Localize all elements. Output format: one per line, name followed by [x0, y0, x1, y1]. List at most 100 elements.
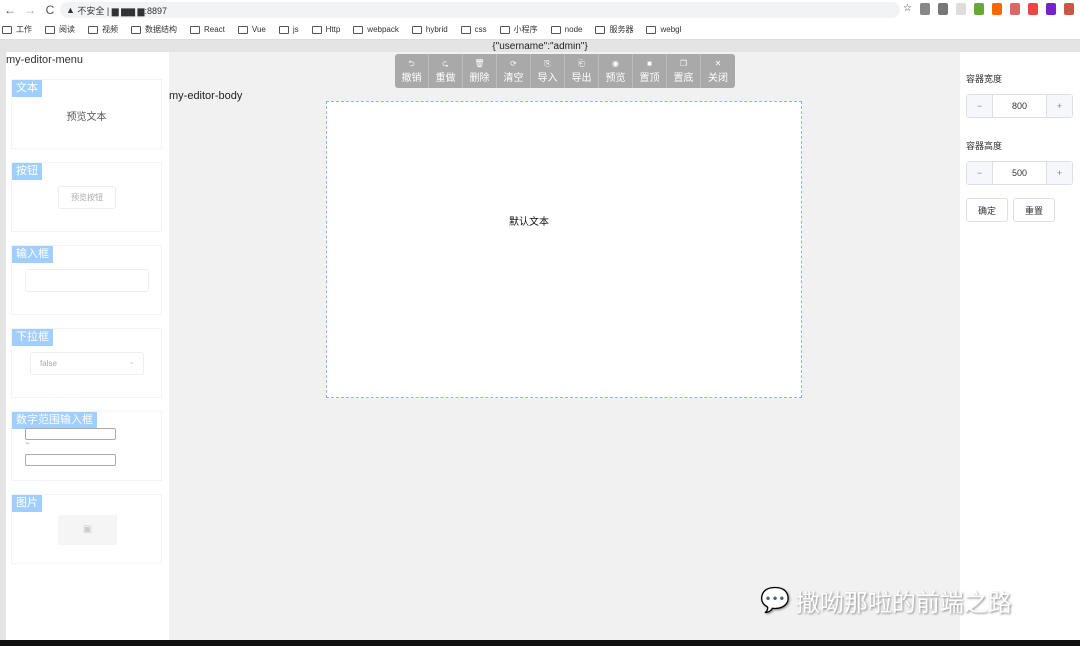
bookmark-label: webgl — [660, 25, 682, 34]
bookmark-item[interactable]: 服务器 — [595, 24, 633, 35]
bookmark-item[interactable]: 阅读 — [45, 24, 75, 35]
toolbar-button[interactable]: 🗑 删除 — [463, 54, 497, 88]
reload-icon[interactable]: C — [40, 3, 60, 17]
bookmark-item[interactable]: webpack — [353, 25, 399, 34]
minus-icon[interactable]: − — [967, 162, 992, 184]
extension-icon[interactable] — [1028, 3, 1038, 15]
bookmark-label: Vue — [251, 25, 266, 34]
editor-canvas[interactable]: 默认文本 — [326, 101, 802, 398]
extension-icon[interactable] — [1046, 3, 1056, 15]
extension-icon[interactable] — [1064, 3, 1074, 15]
watermark-text: 撒呦那啦的前端之路 — [795, 590, 1012, 617]
menu-card-input[interactable]: 输入框 — [11, 245, 162, 315]
url-text: 不安全 | ▆ ▆▆ ▆:8897 — [77, 5, 167, 16]
toolbar-button[interactable]: ❐ 置底 — [667, 54, 701, 88]
toolbar-label: 撤销 — [401, 72, 422, 84]
card-tag: 按钮 — [12, 163, 42, 180]
folder-icon — [646, 25, 657, 34]
bookmark-label: js — [292, 25, 299, 34]
height-stepper[interactable]: − 500 + — [966, 161, 1073, 185]
warning-icon: ▲ — [66, 5, 78, 15]
extension-icon[interactable] — [938, 3, 948, 15]
toolbar-button[interactable]: ⮎ 重做 — [429, 54, 463, 88]
url-input[interactable]: ▲ 不安全 | ▆ ▆▆ ▆:8897 — [60, 2, 900, 18]
bookmark-item[interactable]: webgl — [646, 25, 681, 34]
bookmark-item[interactable]: Vue — [237, 25, 266, 34]
bookmark-item[interactable]: Http — [311, 25, 341, 34]
card-tag: 数字范围输入框 — [12, 412, 97, 429]
bookmark-label: webpack — [367, 25, 399, 34]
toolbar-icon: ◉ — [612, 58, 619, 68]
bookmark-label: 阅读 — [59, 25, 75, 34]
confirm-button[interactable]: 确定 — [966, 198, 1008, 222]
toolbar-button[interactable]: ⮌ 撤销 — [395, 54, 429, 88]
bookmarks-bar: 工作 阅读 视频 数据结构 React Vue js Http webpack hybrid css… — [0, 20, 1080, 40]
toolbar-button[interactable]: ✕ 关闭 — [701, 54, 735, 88]
toolbar-button[interactable]: ■ 置顶 — [633, 54, 667, 88]
extension-icon[interactable] — [956, 3, 966, 15]
folder-icon — [278, 25, 289, 34]
wechat-icon: 💬 — [760, 587, 790, 614]
extension-icon[interactable] — [1010, 3, 1020, 15]
bookmark-label: React — [204, 25, 225, 34]
toolbar-icon: 🗑 — [474, 58, 485, 68]
toolbar-button[interactable]: ⟳ 清空 — [497, 54, 531, 88]
watermark: 💬 撒呦那啦的前端之路 — [760, 583, 1012, 618]
bookmark-item[interactable]: 视频 — [88, 24, 118, 35]
bookmark-label: 视频 — [102, 25, 118, 34]
folder-icon — [311, 25, 322, 34]
toolbar-button[interactable]: ⎗ 导出 — [565, 54, 599, 88]
range-max-input — [25, 454, 116, 466]
folder-icon — [88, 25, 98, 34]
extension-icon[interactable] — [992, 3, 1002, 15]
toolbar-label: 重做 — [435, 72, 456, 84]
toolbar-label: 置顶 — [639, 72, 660, 84]
bookmark-label: Http — [325, 25, 341, 34]
bookmark-label: hybrid — [425, 25, 448, 34]
bookmark-item[interactable]: React — [190, 25, 225, 34]
bookmark-item[interactable]: css — [460, 25, 487, 34]
range-sep: ~ — [25, 439, 30, 448]
folder-icon — [237, 25, 248, 34]
folder-icon — [499, 25, 510, 34]
toolbar-icon: ⎗ — [578, 58, 585, 68]
toolbar-icon: ✕ — [714, 58, 722, 68]
toolbar-icon: ⮎ — [442, 58, 449, 68]
toolbar-icon: ⟳ — [510, 58, 517, 68]
height-value[interactable]: 500 — [992, 162, 1047, 184]
width-stepper[interactable]: − 800 + — [966, 94, 1073, 118]
plus-icon[interactable]: + — [1047, 162, 1072, 184]
star-icon[interactable]: ☆ — [903, 3, 912, 15]
extension-icon[interactable] — [974, 3, 984, 15]
bookmark-item[interactable]: 小程序 — [499, 24, 538, 35]
forward-icon[interactable]: → — [20, 3, 40, 17]
minus-icon[interactable]: − — [967, 95, 992, 117]
toolbar-button[interactable]: ◉ 预览 — [599, 54, 633, 88]
menu-card-number-range[interactable]: 数字范围输入框 ~ — [11, 411, 162, 481]
user-json: {"username":"admin"} — [492, 42, 588, 52]
bookmark-item[interactable]: 工作 — [2, 24, 32, 35]
canvas-text-block[interactable]: 默认文本 — [509, 213, 549, 228]
width-value[interactable]: 800 — [992, 95, 1047, 117]
bookmark-label: 服务器 — [609, 25, 634, 34]
extension-icon[interactable] — [920, 3, 930, 15]
menu-card-button[interactable]: 按钮 预览按钮 — [11, 162, 162, 232]
editor-menu: my-editor-menu 文本 预览文本 按钮 预览按钮 输入框 下拉框 f… — [6, 52, 169, 642]
menu-card-image[interactable]: 图片 ▣ — [11, 494, 162, 564]
bookmark-item[interactable]: 数据结构 — [131, 24, 177, 35]
card-tag: 文本 — [12, 80, 42, 97]
toolbar-label: 关闭 — [708, 72, 728, 84]
bookmark-label: node — [564, 25, 583, 34]
menu-card-select[interactable]: 下拉框 false ⌄ — [11, 328, 162, 398]
bookmark-item[interactable]: hybrid — [411, 25, 448, 34]
bookmark-item[interactable]: node — [550, 25, 583, 34]
toolbar-button[interactable]: ⎘ 导入 — [531, 54, 565, 88]
toolbar-label: 预览 — [605, 72, 626, 84]
bookmark-label: css — [474, 25, 487, 34]
plus-icon[interactable]: + — [1047, 95, 1072, 117]
bookmark-item[interactable]: js — [278, 25, 299, 34]
preview-select: false ⌄ — [30, 352, 144, 375]
menu-card-text[interactable]: 文本 预览文本 — [11, 79, 162, 149]
back-icon[interactable]: ← — [0, 3, 20, 17]
reset-button[interactable]: 重置 — [1013, 198, 1055, 222]
